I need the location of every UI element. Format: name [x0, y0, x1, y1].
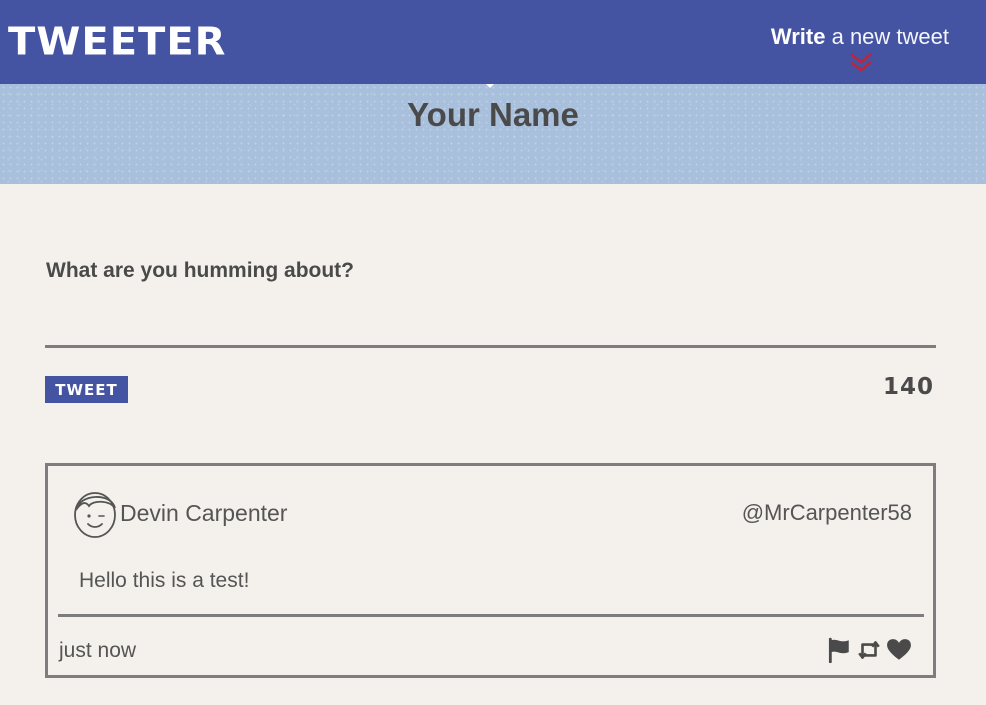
top-nav: TWEETER Write a new tweet	[0, 0, 986, 84]
profile-name: Your Name	[407, 96, 579, 133]
double-chevron-down-icon[interactable]	[849, 52, 873, 76]
tweet-timestamp: just now	[59, 639, 137, 662]
compose-toggle[interactable]: Write a new tweet	[771, 22, 949, 52]
profile-header: Your Name	[0, 80, 986, 184]
char-counter: 140	[882, 374, 934, 400]
tweet-card: Devin Carpenter @MrCarpenter58 Hello thi…	[45, 463, 936, 678]
composer-label: What are you humming about?	[46, 259, 354, 282]
tweet-body: Hello this is a test!	[79, 569, 250, 592]
tweet-author-handle: @MrCarpenter58	[741, 500, 912, 525]
retweet-icon[interactable]	[856, 637, 882, 663]
avatar-icon	[74, 492, 116, 538]
tweet-author-name: Devin Carpenter	[120, 500, 288, 526]
heart-icon[interactable]	[886, 637, 912, 663]
compose-label-strong: Write	[770, 24, 826, 49]
brand-logo[interactable]: TWEETER	[8, 15, 226, 68]
tweet-textarea[interactable]	[45, 300, 936, 348]
tweet-submit-button[interactable]: TWEET	[45, 376, 128, 403]
flag-icon[interactable]	[826, 637, 852, 663]
compose-label-rest: a new tweet	[825, 24, 949, 49]
tweet-actions	[826, 637, 912, 663]
tweet-divider	[58, 614, 924, 617]
